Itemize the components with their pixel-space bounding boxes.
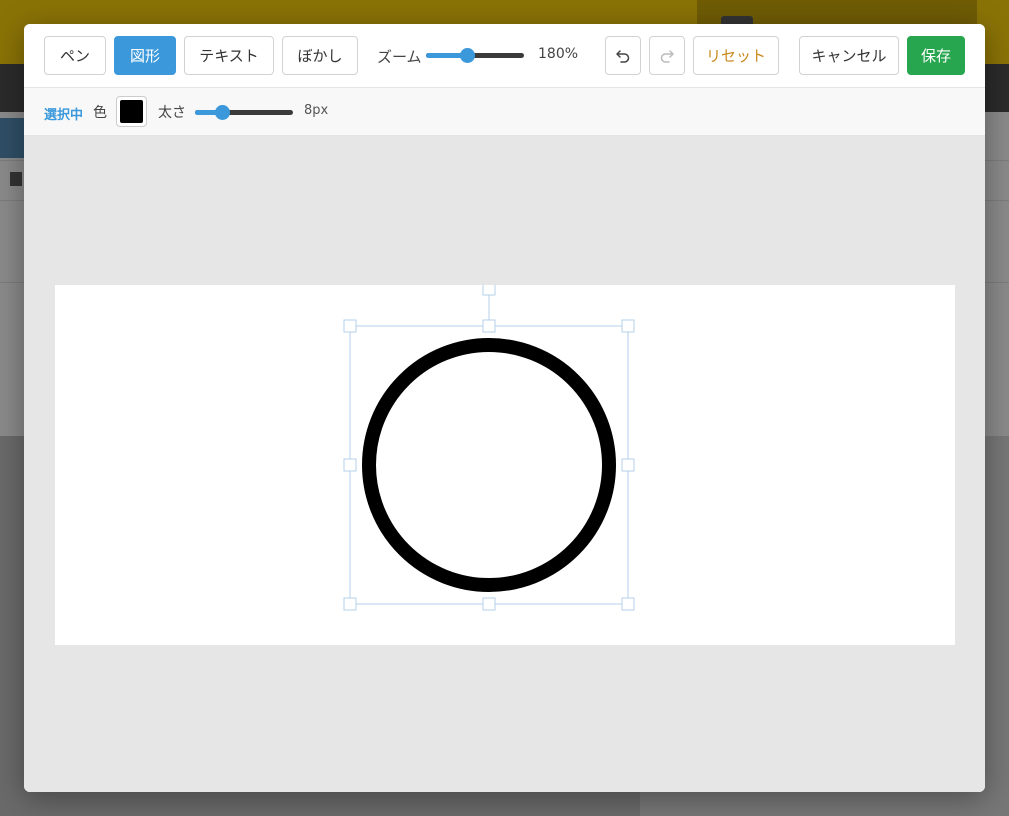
resize-handle-top-left[interactable] xyxy=(343,319,357,333)
resize-handle-top[interactable] xyxy=(482,319,496,333)
tool-blur-button[interactable]: ぼかし xyxy=(282,36,358,75)
tool-text-button[interactable]: テキスト xyxy=(184,36,274,75)
zoom-slider[interactable] xyxy=(426,48,524,63)
rotation-handle[interactable] xyxy=(482,285,496,296)
zoom-label: ズーム xyxy=(377,48,422,66)
zoom-value: 180% xyxy=(538,46,579,62)
image-editor-modal: ペン 図形 テキスト ぼかし ズーム 180% リセット キャンセル 保存 選択… xyxy=(24,24,985,792)
undo-button[interactable] xyxy=(605,36,641,75)
selection-box xyxy=(343,285,635,611)
stroke-width-label: 太さ xyxy=(158,105,186,121)
resize-handle-right[interactable] xyxy=(621,458,635,472)
redo-icon xyxy=(660,49,674,63)
undo-icon xyxy=(616,49,630,63)
selected-label: 選択中 xyxy=(44,108,84,123)
resize-handle-top-right[interactable] xyxy=(621,319,635,333)
color-picker[interactable] xyxy=(116,96,147,127)
bg-grid-icon xyxy=(0,118,24,158)
editor-toolbar: ペン 図形 テキスト ぼかし ズーム 180% リセット キャンセル 保存 xyxy=(24,24,985,88)
color-label: 色 xyxy=(93,105,107,121)
resize-handle-bottom[interactable] xyxy=(482,597,496,611)
tool-shape-button[interactable]: 図形 xyxy=(114,36,176,75)
drawing-canvas[interactable] xyxy=(55,285,955,645)
resize-handle-left[interactable] xyxy=(343,458,357,472)
circle-shape[interactable] xyxy=(362,338,616,592)
selection-outline xyxy=(349,325,629,605)
save-button[interactable]: 保存 xyxy=(907,36,965,75)
tool-pen-button[interactable]: ペン xyxy=(44,36,106,75)
stroke-width-value: 8px xyxy=(304,103,329,118)
color-swatch xyxy=(120,100,143,123)
resize-handle-bottom-right[interactable] xyxy=(621,597,635,611)
editor-workspace xyxy=(24,136,985,792)
reset-button[interactable]: リセット xyxy=(693,36,779,75)
stroke-width-slider-thumb[interactable] xyxy=(215,105,230,120)
cancel-button[interactable]: キャンセル xyxy=(799,36,899,75)
canvas-drawing xyxy=(343,285,635,611)
resize-handle-bottom-left[interactable] xyxy=(343,597,357,611)
zoom-slider-thumb[interactable] xyxy=(460,48,475,63)
bg-home-icon xyxy=(10,172,22,186)
redo-button[interactable] xyxy=(649,36,685,75)
shape-options-bar: 選択中 色 太さ 8px xyxy=(24,88,985,136)
stroke-width-slider[interactable] xyxy=(195,105,293,120)
